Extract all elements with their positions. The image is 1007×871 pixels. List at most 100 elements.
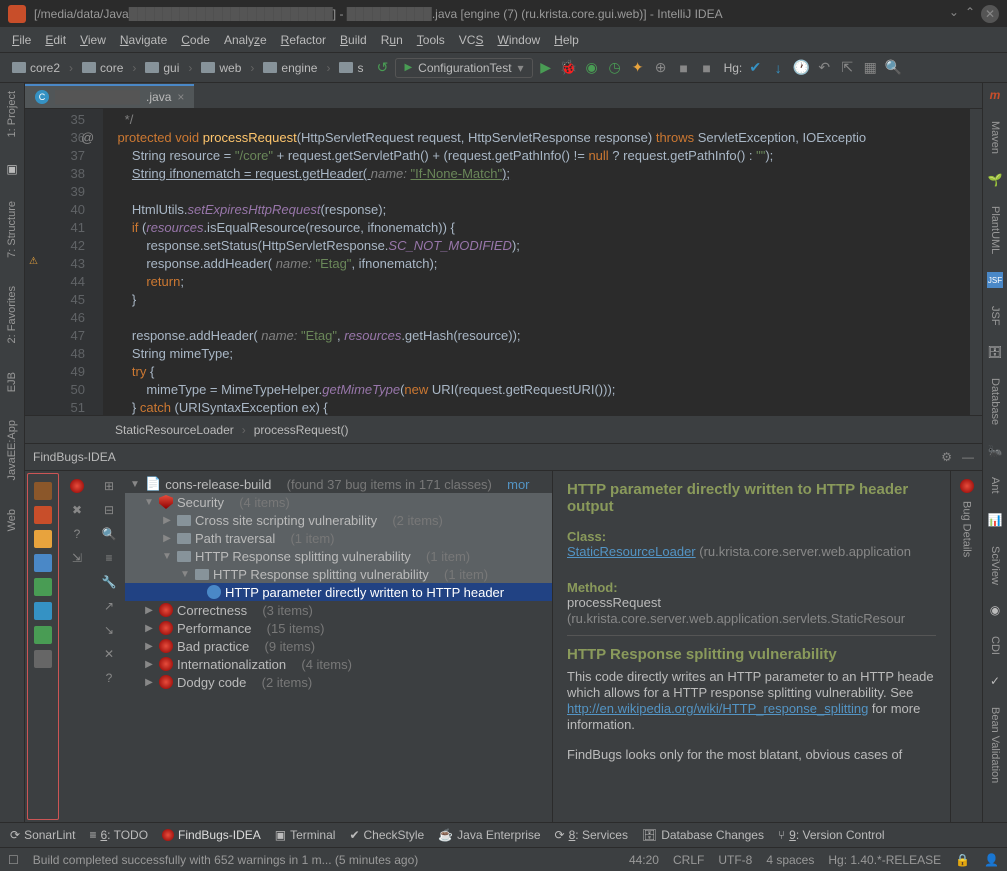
bug-red-icon[interactable] (960, 479, 974, 493)
bean-icon[interactable]: ✓ (987, 673, 1003, 689)
fb-bug-icon[interactable] (70, 479, 84, 493)
fb-btn-8[interactable] (34, 650, 52, 668)
fb-expand-icon[interactable]: ⊞ (104, 479, 114, 493)
tree-http-split-2[interactable]: ▼HTTP Response splitting vulnerability (… (125, 565, 552, 583)
sidebar-favorites[interactable]: 2: Favorites (6, 282, 18, 347)
sidebar-sciview[interactable]: SciView (989, 542, 1001, 589)
menu-help[interactable]: Help (548, 31, 585, 49)
menu-navigate[interactable]: Navigate (114, 31, 173, 49)
status-lock-icon[interactable]: 🔒 (955, 853, 970, 867)
tree-i18n[interactable]: ▶Internationalization (4 items) (125, 655, 552, 673)
menu-window[interactable]: Window (491, 31, 546, 49)
tree-path[interactable]: ▶Path traversal (1 item) (125, 529, 552, 547)
fb-btn-6[interactable] (34, 602, 52, 620)
tree-selected-bug[interactable]: HTTP parameter directly written to HTTP … (125, 583, 552, 601)
fb-collapse-icon[interactable]: ⊟ (104, 503, 114, 517)
sidebar-bean[interactable]: Bean Validation (989, 703, 1001, 787)
stop2-icon[interactable]: ■ (697, 58, 717, 78)
fb-btn-1[interactable] (34, 482, 52, 500)
bottab-todo[interactable]: ≡6: TODO (89, 828, 148, 842)
breadcrumb-web[interactable]: web (195, 59, 247, 77)
menu-vcs[interactable]: VCS (453, 31, 490, 49)
bug-details-tab[interactable]: Bug Details (961, 497, 973, 561)
menu-view[interactable]: View (74, 31, 112, 49)
sidebar-jsf[interactable]: JSF (989, 302, 1001, 330)
bc-method[interactable]: processRequest() (254, 423, 349, 437)
fb-btn-4[interactable] (34, 554, 52, 572)
sidebar-jee[interactable]: JavaEE:App (6, 416, 18, 485)
minimize-tool-icon[interactable]: — (962, 450, 974, 464)
sidebar-database[interactable]: Database (989, 374, 1001, 429)
menu-analyze[interactable]: Analyze (218, 31, 273, 49)
status-cursor[interactable]: 44:20 (629, 853, 659, 867)
sidebar-ejb[interactable]: EJB (6, 368, 18, 396)
menu-refactor[interactable]: Refactor (275, 31, 332, 49)
attach-icon[interactable]: ⊕ (651, 58, 671, 78)
fb-import-icon[interactable]: ↘ (104, 623, 114, 637)
sidebar-ant[interactable]: Ant (989, 473, 1001, 498)
menu-build[interactable]: Build (334, 31, 373, 49)
details-wiki-link[interactable]: http://en.wikipedia.org/wiki/HTTP_respon… (567, 701, 868, 716)
search-icon[interactable]: 🔍 (883, 58, 903, 78)
bottab-checkstyle[interactable]: ✔CheckStyle (349, 828, 424, 842)
details-class-link[interactable]: StaticResourceLoader (567, 544, 696, 559)
fb-export-icon[interactable]: ⇲ (72, 551, 82, 565)
sidebar-plantuml[interactable]: PlantUML (989, 202, 1001, 258)
back-icon[interactable]: ↺ (372, 58, 392, 78)
sidebar-web[interactable]: Web (6, 505, 18, 535)
fb-help2-icon[interactable]: ? (106, 671, 113, 685)
sidebar-project[interactable]: 1: Project (6, 87, 18, 141)
ant-icon[interactable]: 🐜 (987, 443, 1003, 459)
fb-help-icon[interactable]: ? (74, 527, 81, 541)
bc-class[interactable]: StaticResourceLoader (115, 423, 234, 437)
minimize-icon[interactable]: ⌄ (949, 5, 959, 23)
menu-file[interactable]: File (6, 31, 37, 49)
tree-xss[interactable]: ▶Cross site scripting vulnerability (2 i… (125, 511, 552, 529)
run-icon[interactable]: ▶ (536, 58, 556, 78)
fb-wrench-icon[interactable]: 🔧 (102, 575, 117, 589)
breadcrumb-core[interactable]: core (76, 59, 129, 77)
bottab-terminal[interactable]: ▣Terminal (275, 828, 336, 842)
menu-code[interactable]: Code (175, 31, 216, 49)
menu-tools[interactable]: Tools (411, 31, 451, 49)
tree-root[interactable]: ▼📄cons-release-build (found 37 bug items… (125, 475, 552, 493)
tab-close-icon[interactable]: × (177, 90, 184, 104)
fb-btn-3[interactable] (34, 530, 52, 548)
sciview-icon[interactable]: 📊 (987, 512, 1003, 528)
sidebar-structure[interactable]: 7: Structure (6, 197, 18, 262)
maven-icon[interactable]: m (987, 87, 1003, 103)
code-editor[interactable]: 3536 @373839404142⚠434445464748495051 */… (25, 109, 982, 415)
tree-correctness[interactable]: ▶Correctness (3 items) (125, 601, 552, 619)
tree-dodgy[interactable]: ▶Dodgy code (2 items) (125, 673, 552, 691)
status-icon[interactable]: ☐ (8, 853, 19, 867)
fb-btn-5[interactable] (34, 578, 52, 596)
tree-http-split[interactable]: ▼HTTP Response splitting vulnerability (… (125, 547, 552, 565)
status-indent[interactable]: 4 spaces (766, 853, 814, 867)
fb-export2-icon[interactable]: ↗ (104, 599, 114, 613)
fb-btn-2[interactable] (34, 506, 52, 524)
tree-performance[interactable]: ▶Performance (15 items) (125, 619, 552, 637)
tree-bad-practice[interactable]: ▶Bad practice (9 items) (125, 637, 552, 655)
plantuml-icon[interactable]: 🌱 (987, 172, 1003, 188)
cdi-icon[interactable]: ◉ (987, 602, 1003, 618)
commit-icon[interactable]: ✔ (745, 58, 765, 78)
fb-find-icon[interactable]: 🔍 (102, 527, 117, 541)
breadcrumb-engine[interactable]: engine (257, 59, 323, 77)
menu-run[interactable]: Run (375, 31, 409, 49)
bottab-findbugs[interactable]: FindBugs-IDEA (162, 828, 261, 842)
database-icon[interactable]: 🗄 (987, 344, 1003, 360)
bug-tree[interactable]: ▼📄cons-release-build (found 37 bug items… (125, 471, 552, 822)
history-icon[interactable]: 🕐 (791, 58, 811, 78)
push-icon[interactable]: ⇱ (837, 58, 857, 78)
editor-scrollbar[interactable] (970, 109, 982, 415)
bottab-services[interactable]: ⟳8: Services (555, 828, 628, 842)
jsf-icon[interactable]: JSF (987, 272, 1003, 288)
bottab-jee[interactable]: ☕Java Enterprise (438, 828, 540, 842)
status-hg[interactable]: Hg: 1.40.*-RELEASE (828, 853, 941, 867)
breadcrumb-s[interactable]: s (333, 59, 369, 77)
maximize-icon[interactable]: ⌃ (965, 5, 975, 23)
revert-icon[interactable]: ↶ (814, 58, 834, 78)
update-icon[interactable]: ↓ (768, 58, 788, 78)
sidebar-cdi[interactable]: CDI (989, 632, 1001, 659)
menu-edit[interactable]: Edit (39, 31, 72, 49)
